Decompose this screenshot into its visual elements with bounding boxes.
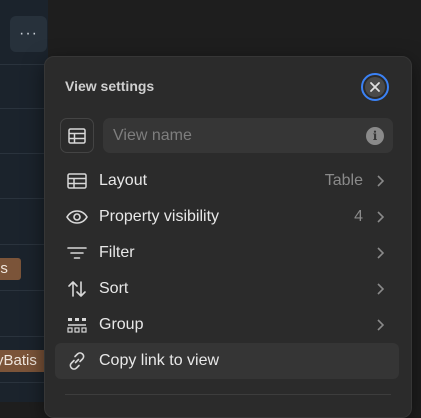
tag: is (0, 258, 21, 280)
background-table-column (0, 0, 48, 402)
more-options-button[interactable]: ··· (10, 16, 47, 52)
chevron-right-icon (373, 174, 387, 188)
chevron-right-icon (373, 210, 387, 224)
settings-menu: Layout Table Property visibility 4 Filte… (55, 163, 399, 379)
menu-item-property-visibility[interactable]: Property visibility 4 (55, 199, 399, 235)
chevron-right-icon (373, 318, 387, 332)
row-divider (0, 336, 48, 337)
row-divider (0, 153, 48, 154)
close-button[interactable] (361, 73, 389, 101)
view-icon-picker[interactable] (60, 118, 94, 153)
menu-item-copy-link[interactable]: Copy link to view (55, 343, 399, 379)
sort-icon (65, 277, 89, 301)
menu-item-value: 4 (354, 208, 363, 225)
menu-item-group[interactable]: Group (55, 307, 399, 343)
menu-item-layout[interactable]: Layout Table (55, 163, 399, 199)
row-divider (0, 290, 48, 291)
row-divider (0, 198, 48, 199)
menu-item-label: Group (99, 316, 144, 333)
menu-item-label: Copy link to view (99, 352, 220, 369)
close-icon (365, 77, 385, 97)
chevron-right-icon (373, 246, 387, 260)
menu-item-label: Property visibility (99, 208, 220, 225)
row-divider (0, 64, 48, 65)
panel-title: View settings (65, 78, 155, 94)
table-icon (68, 127, 86, 144)
tag: yBatis (0, 350, 50, 372)
group-icon (65, 313, 89, 337)
chevron-right-icon (373, 282, 387, 296)
row-divider (0, 244, 48, 245)
view-name-row: i (60, 118, 396, 155)
menu-item-label: Filter (99, 244, 135, 261)
info-icon[interactable]: i (366, 127, 384, 145)
eye-icon (65, 205, 89, 229)
view-settings-panel: View settings i (44, 56, 412, 418)
menu-item-sort[interactable]: Sort (55, 271, 399, 307)
menu-item-filter[interactable]: Filter (55, 235, 399, 271)
row-divider (0, 382, 48, 383)
link-icon (65, 349, 89, 373)
view-name-input[interactable] (103, 118, 393, 153)
menu-item-label: Layout (99, 172, 148, 189)
menu-item-value: Table (324, 172, 363, 189)
table-icon (65, 169, 89, 193)
row-divider (0, 108, 48, 109)
divider (65, 394, 391, 395)
menu-item-label: Sort (99, 280, 129, 297)
filter-icon (65, 241, 89, 265)
